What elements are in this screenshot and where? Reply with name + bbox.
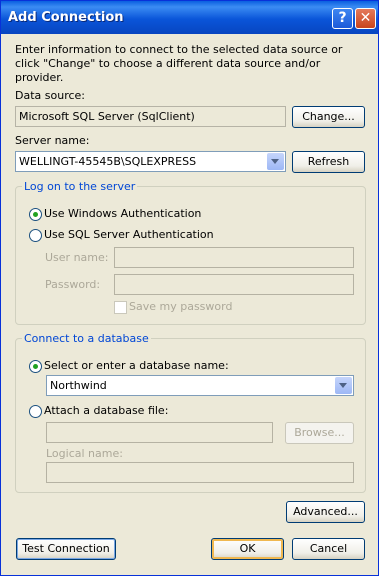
add-connection-dialog: Add Connection ? ✕ Enter information to … — [0, 0, 379, 576]
select-database-label[interactable]: Select or enter a database name: — [44, 359, 229, 372]
database-name-value: Northwind — [50, 379, 107, 392]
change-button[interactable]: Change... — [292, 106, 365, 128]
help-icon: ? — [338, 10, 347, 26]
refresh-button[interactable]: Refresh — [292, 151, 365, 173]
advanced-button[interactable]: Advanced... — [286, 501, 365, 523]
title-bar[interactable]: Add Connection ? ✕ — [1, 1, 378, 34]
chevron-down-icon[interactable] — [335, 377, 352, 394]
save-password-checkbox[interactable] — [114, 301, 127, 314]
sql-auth-label[interactable]: Use SQL Server Authentication — [44, 228, 214, 241]
help-button[interactable]: ? — [332, 8, 353, 29]
username-field[interactable] — [114, 247, 354, 268]
password-field[interactable] — [114, 274, 354, 295]
logon-group-legend: Log on to the server — [22, 180, 138, 193]
data-source-field: Microsoft SQL Server (SqlClient) — [15, 106, 286, 127]
close-button[interactable]: ✕ — [355, 8, 376, 29]
windows-auth-radio[interactable] — [29, 208, 42, 221]
windows-auth-label[interactable]: Use Windows Authentication — [44, 207, 201, 220]
username-label: User name: — [45, 251, 109, 264]
logical-name-label: Logical name: — [46, 447, 123, 460]
attach-database-radio[interactable] — [29, 405, 42, 418]
database-name-combobox[interactable]: Northwind — [46, 375, 354, 396]
close-icon: ✕ — [359, 10, 372, 26]
logical-name-field[interactable] — [46, 462, 354, 483]
attach-database-label[interactable]: Attach a database file: — [44, 404, 168, 417]
server-name-combobox[interactable]: WELLINGT-45545B\SQLEXPRESS — [15, 151, 286, 172]
intro-text: Enter information to connect to the sele… — [15, 43, 343, 84]
save-password-label: Save my password — [129, 300, 233, 313]
window-title: Add Connection — [8, 10, 124, 25]
attach-file-field[interactable] — [46, 422, 273, 443]
browse-button[interactable]: Browse... — [285, 422, 354, 444]
sql-auth-radio[interactable] — [29, 229, 42, 242]
chevron-down-icon[interactable] — [267, 153, 284, 170]
database-group-legend: Connect to a database — [22, 332, 151, 345]
server-name-label: Server name: — [15, 134, 90, 147]
password-label: Password: — [45, 278, 101, 291]
server-name-value: WELLINGT-45545B\SQLEXPRESS — [19, 155, 197, 168]
data-source-label: Data source: — [15, 89, 85, 102]
ok-button[interactable]: OK — [211, 538, 284, 560]
test-connection-button[interactable]: Test Connection — [16, 538, 116, 560]
select-database-radio[interactable] — [29, 360, 42, 373]
cancel-button[interactable]: Cancel — [292, 538, 365, 560]
